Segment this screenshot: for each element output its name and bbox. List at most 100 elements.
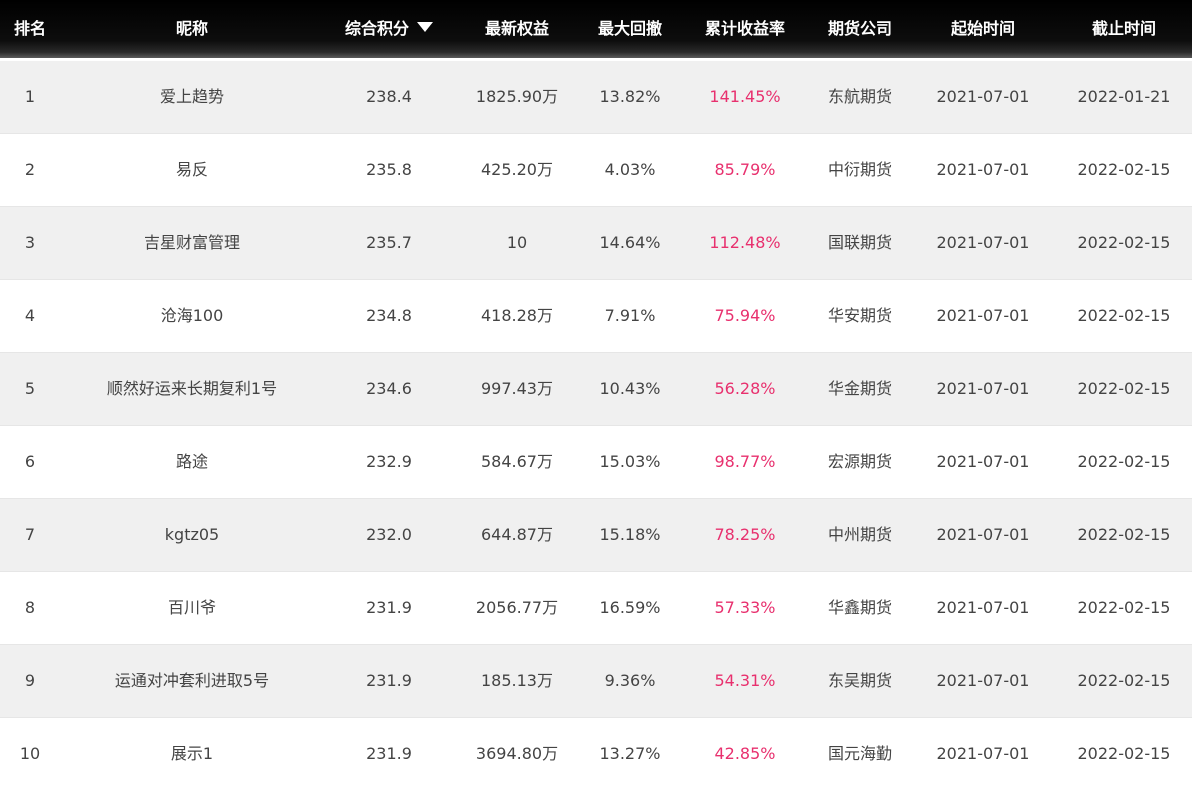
score-cell: 231.9 bbox=[366, 598, 412, 617]
score-cell: 238.4 bbox=[366, 87, 412, 106]
table-row[interactable]: 9 运通对冲套利进取5号 231.9 185.13万 9.36% 54.31% … bbox=[0, 645, 1192, 718]
rank-cell: 8 bbox=[24, 598, 36, 617]
equity-cell: 185.13万 bbox=[481, 671, 553, 690]
name-cell[interactable]: 吉星财富管理 bbox=[60, 207, 324, 279]
score-cell: 234.8 bbox=[366, 306, 412, 325]
score-cell: 232.9 bbox=[366, 452, 412, 471]
return-cell: 75.94% bbox=[714, 306, 776, 325]
drawdown-cell: 13.27% bbox=[599, 744, 661, 763]
drawdown-cell: 16.59% bbox=[599, 598, 661, 617]
header-return[interactable]: 累计收益率 bbox=[680, 0, 810, 58]
rank-cell: 5 bbox=[24, 379, 36, 398]
equity-cell: 644.87万 bbox=[481, 525, 553, 544]
end-date-cell: 2022-02-15 bbox=[1077, 452, 1171, 471]
rank-cell: 1 bbox=[24, 87, 36, 106]
return-cell: 42.85% bbox=[714, 744, 776, 763]
end-date-cell: 2022-02-15 bbox=[1077, 744, 1171, 763]
table-row[interactable]: 10 展示1 231.9 3694.80万 13.27% 42.85% 国元海勤… bbox=[0, 718, 1192, 788]
table-row[interactable]: 8 百川爷 231.9 2056.77万 16.59% 57.33% 华鑫期货 … bbox=[0, 572, 1192, 645]
broker-cell: 国联期货 bbox=[827, 233, 892, 252]
start-date-cell: 2021-07-01 bbox=[936, 233, 1030, 252]
header-equity[interactable]: 最新权益 bbox=[454, 0, 580, 58]
equity-cell: 2056.77万 bbox=[475, 598, 559, 617]
end-date-cell: 2022-02-15 bbox=[1077, 525, 1171, 544]
name-cell[interactable]: 展示1 bbox=[60, 718, 324, 788]
drawdown-cell: 15.03% bbox=[599, 452, 661, 471]
name-cell[interactable]: 易反 bbox=[60, 134, 324, 206]
return-cell: 78.25% bbox=[714, 525, 776, 544]
return-cell: 56.28% bbox=[714, 379, 776, 398]
rank-cell: 4 bbox=[24, 306, 36, 325]
equity-cell: 997.43万 bbox=[481, 379, 553, 398]
start-date-cell: 2021-07-01 bbox=[936, 452, 1030, 471]
name-cell[interactable]: 百川爷 bbox=[60, 572, 324, 644]
drawdown-cell: 4.03% bbox=[604, 160, 656, 179]
table-row[interactable]: 2 易反 235.8 425.20万 4.03% 85.79% 中衍期货 202… bbox=[0, 134, 1192, 207]
return-cell: 141.45% bbox=[709, 87, 781, 106]
rank-cell: 3 bbox=[24, 233, 36, 252]
start-date-cell: 2021-07-01 bbox=[936, 160, 1030, 179]
return-cell: 98.77% bbox=[714, 452, 776, 471]
drawdown-cell: 10.43% bbox=[599, 379, 661, 398]
ranking-page: 排名 昵称 综合积分 最新权益 最大回撤 累计收益率 期货公司 起始时间 截止时… bbox=[0, 0, 1192, 788]
equity-cell: 10 bbox=[506, 233, 528, 252]
header-drawdown[interactable]: 最大回撤 bbox=[580, 0, 680, 58]
rank-cell: 2 bbox=[24, 160, 36, 179]
start-date-cell: 2021-07-01 bbox=[936, 87, 1030, 106]
end-date-cell: 2022-02-15 bbox=[1077, 306, 1171, 325]
score-cell: 234.6 bbox=[366, 379, 412, 398]
return-cell: 112.48% bbox=[709, 233, 781, 252]
start-date-cell: 2021-07-01 bbox=[936, 744, 1030, 763]
table-row[interactable]: 3 吉星财富管理 235.7 10 14.64% 112.48% 国联期货 20… bbox=[0, 207, 1192, 280]
header-rank[interactable]: 排名 bbox=[0, 0, 60, 58]
equity-cell: 584.67万 bbox=[481, 452, 553, 471]
name-cell[interactable]: 顺然好运来长期复利1号 bbox=[60, 353, 324, 425]
rank-cell: 7 bbox=[24, 525, 36, 544]
return-cell: 57.33% bbox=[714, 598, 776, 617]
header-broker[interactable]: 期货公司 bbox=[810, 0, 910, 58]
return-cell: 85.79% bbox=[714, 160, 776, 179]
end-date-cell: 2022-02-15 bbox=[1077, 160, 1171, 179]
score-cell: 231.9 bbox=[366, 671, 412, 690]
equity-cell: 3694.80万 bbox=[475, 744, 559, 763]
header-name[interactable]: 昵称 bbox=[60, 0, 324, 58]
broker-cell: 宏源期货 bbox=[827, 452, 892, 471]
table-row[interactable]: 5 顺然好运来长期复利1号 234.6 997.43万 10.43% 56.28… bbox=[0, 353, 1192, 426]
equity-cell: 418.28万 bbox=[481, 306, 553, 325]
table-row[interactable]: 1 爱上趋势 238.4 1825.90万 13.82% 141.45% 东航期… bbox=[0, 61, 1192, 134]
broker-cell: 中衍期货 bbox=[827, 160, 892, 179]
name-cell[interactable]: 沧海100 bbox=[60, 280, 324, 352]
table-row[interactable]: 7 kgtz05 232.0 644.87万 15.18% 78.25% 中州期… bbox=[0, 499, 1192, 572]
drawdown-cell: 7.91% bbox=[604, 306, 656, 325]
table-header: 排名 昵称 综合积分 最新权益 最大回撤 累计收益率 期货公司 起始时间 截止时… bbox=[0, 0, 1192, 58]
name-cell[interactable]: 路途 bbox=[60, 426, 324, 498]
score-cell: 235.7 bbox=[366, 233, 412, 252]
equity-cell: 1825.90万 bbox=[475, 87, 559, 106]
header-score-sort[interactable]: 综合积分 bbox=[324, 0, 454, 58]
rank-cell: 6 bbox=[24, 452, 36, 471]
drawdown-cell: 14.64% bbox=[599, 233, 661, 252]
end-date-cell: 2022-02-15 bbox=[1077, 598, 1171, 617]
rank-cell: 10 bbox=[19, 744, 41, 763]
caret-down-icon[interactable] bbox=[417, 22, 433, 32]
name-cell[interactable]: 爱上趋势 bbox=[60, 61, 324, 133]
broker-cell: 华金期货 bbox=[827, 379, 892, 398]
start-date-cell: 2021-07-01 bbox=[936, 306, 1030, 325]
broker-cell: 东吴期货 bbox=[827, 671, 892, 690]
drawdown-cell: 13.82% bbox=[599, 87, 661, 106]
start-date-cell: 2021-07-01 bbox=[936, 379, 1030, 398]
name-cell[interactable]: kgtz05 bbox=[60, 499, 324, 571]
broker-cell: 中州期货 bbox=[827, 525, 892, 544]
broker-cell: 东航期货 bbox=[827, 87, 892, 106]
name-cell[interactable]: 运通对冲套利进取5号 bbox=[60, 645, 324, 717]
drawdown-cell: 15.18% bbox=[599, 525, 661, 544]
header-start-date[interactable]: 起始时间 bbox=[910, 0, 1056, 58]
broker-cell: 华鑫期货 bbox=[827, 598, 892, 617]
table-body: 1 爱上趋势 238.4 1825.90万 13.82% 141.45% 东航期… bbox=[0, 61, 1192, 788]
header-end-date[interactable]: 截止时间 bbox=[1056, 0, 1192, 58]
end-date-cell: 2022-02-15 bbox=[1077, 379, 1171, 398]
start-date-cell: 2021-07-01 bbox=[936, 525, 1030, 544]
table-row[interactable]: 6 路途 232.9 584.67万 15.03% 98.77% 宏源期货 20… bbox=[0, 426, 1192, 499]
start-date-cell: 2021-07-01 bbox=[936, 671, 1030, 690]
table-row[interactable]: 4 沧海100 234.8 418.28万 7.91% 75.94% 华安期货 … bbox=[0, 280, 1192, 353]
